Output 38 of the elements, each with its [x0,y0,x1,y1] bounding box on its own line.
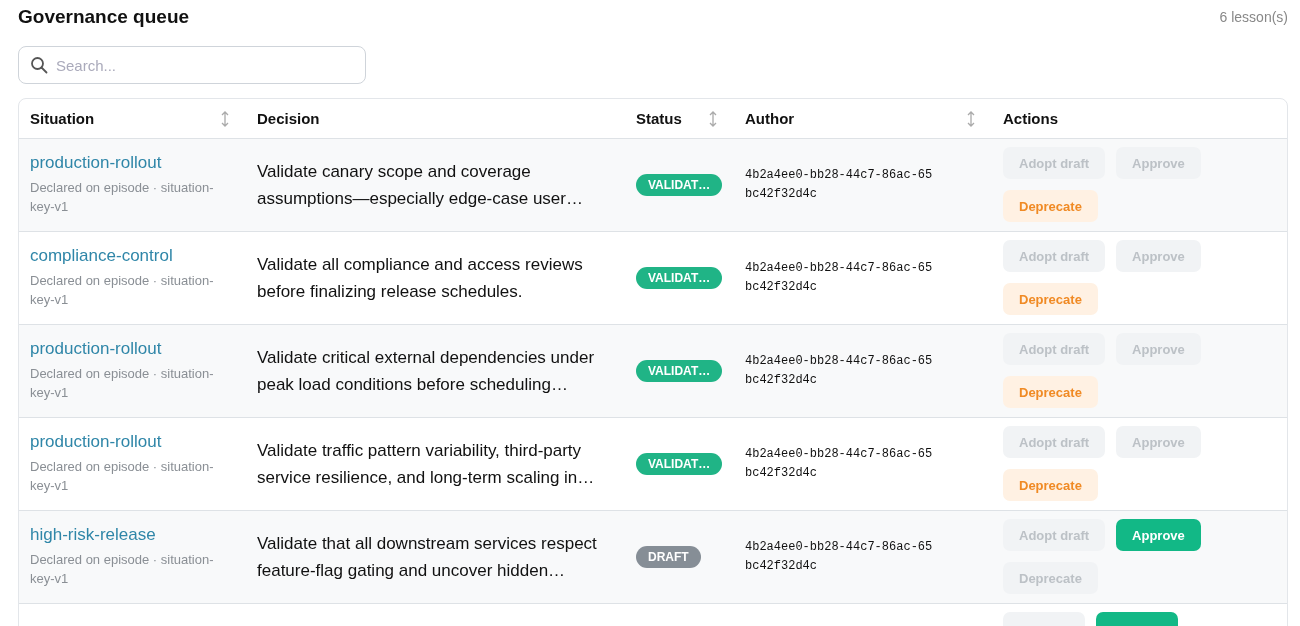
situation-link[interactable]: production-rollout [30,153,236,173]
column-header: Situation [30,110,95,127]
author-id: 4b2a4ee0-bb28-44c7-86ac-65bc42f32d4c [745,260,934,296]
author-id: 4b2a4ee0-bb28-44c7-86ac-65bc42f32d4c [745,539,934,575]
author-id: 4b2a4ee0-bb28-44c7-86ac-65bc42f32d4c [745,353,934,389]
author-id: 4b2a4ee0-bb28-44c7-86ac-65bc42f32d4c [745,446,934,482]
situation-link[interactable]: production-rollout [30,432,236,452]
search-field[interactable]: Search... [18,46,366,84]
decision-text: Validate critical external dependencies under peak load conditions before scheduling… [257,347,596,396]
situation-note: Declared on episode · situation-key-v1 [30,551,215,588]
status-badge: VALIDAT… [636,174,723,196]
deprecate-button[interactable]: Deprecate [1003,469,1098,501]
author-id: 4b2a4ee0-bb28-44c7-86ac-65bc42f32d4c [745,167,934,203]
deprecate-button[interactable]: Deprecate [1003,283,1098,315]
status-badge: VALIDAT… [636,267,723,289]
situation-link[interactable]: production-rollout [30,339,236,359]
decision-text: Validate all compliance and access reviews before finalizing release schedules. [257,254,584,303]
situation-link[interactable]: compliance-control [30,246,236,266]
approve-button[interactable]: Approve [1116,519,1201,551]
status-badge: VALIDAT… [636,360,723,382]
column-header: Status [636,110,682,127]
column-header: Decision [257,110,320,127]
situation-note: Declared on episode · situation-key-v1 [30,365,215,402]
page-title: Governance queue [18,6,190,28]
situation-note: Declared on episode · situation-key-v1 [30,458,215,495]
column-header: Author [745,110,795,127]
situation-note: Declared on episode · situation-key-v1 [30,179,215,216]
deprecate-button[interactable]: Deprecate [1003,376,1098,408]
status-badge: DRAFT [636,546,701,568]
decision-text: Validate that all downstream services respect feature-flag gating and uncover hidden… [257,533,598,582]
column-header: Actions [1003,110,1058,127]
status-badge: VALIDAT… [636,453,723,475]
deprecate-button[interactable]: Deprecate [1003,190,1098,222]
situation-note: Declared on episode · situation-key-v1 [30,272,215,309]
decision-text: Validate traffic pattern variability, third-party service resilience, and long-term scaling in… [257,440,596,489]
situation-link[interactable]: high-risk-release [30,525,236,545]
decision-text: Validate canary scope and coverage assumptions—especially edge-case user… [257,161,584,210]
lesson-count: 6 lesson(s) [1219,9,1288,25]
